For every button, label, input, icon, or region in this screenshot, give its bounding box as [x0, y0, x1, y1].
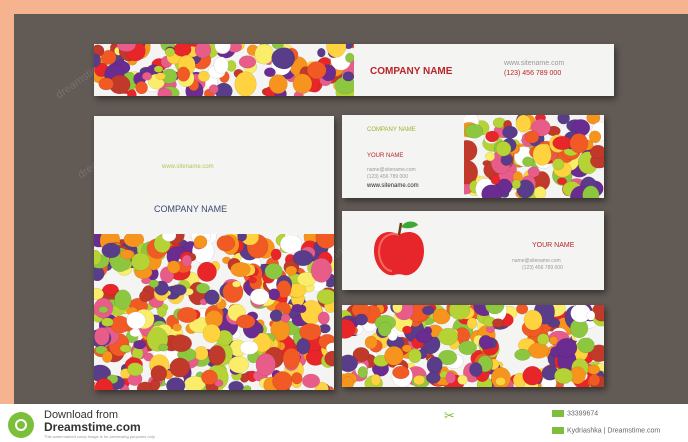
company-name: COMPANY NAME — [370, 66, 453, 77]
fruit-pattern — [94, 234, 334, 390]
brand-name: Dreamstime.com — [44, 420, 141, 434]
company-name: COMPANY NAME — [367, 127, 416, 133]
business-card-front: COMPANY NAME YOUR NAME name@sitename.com… — [342, 115, 604, 198]
letterhead-card: www.sitename.com COMPANY NAME — [94, 116, 334, 390]
fine-print: This watermarked comp image is for previ… — [44, 434, 156, 439]
credit: Kydriashka | Dreamstime.com — [552, 427, 660, 434]
site-url: www.sitename.com — [162, 164, 214, 170]
phone: (123) 456 789 000 — [522, 265, 563, 271]
fruit-pattern — [94, 44, 354, 96]
email: name@sitename.com — [367, 167, 416, 173]
image-id: 33399674 — [552, 410, 598, 417]
your-name: YOUR NAME — [532, 242, 575, 249]
banner-card: COMPANY NAME www.sitename.com (123) 456 … — [94, 44, 614, 96]
site-url: www.sitename.com — [367, 183, 419, 189]
your-name: YOUR NAME — [367, 153, 404, 159]
fruit-pattern — [464, 115, 604, 198]
site-url: www.sitename.com — [504, 60, 565, 67]
dreamstime-logo — [8, 412, 34, 438]
watermark-footer: Download from Dreamstime.com This waterm… — [0, 404, 688, 442]
apple-icon — [374, 221, 424, 276]
pattern-card — [342, 305, 604, 387]
phone: (123) 456 789 000 — [504, 70, 562, 77]
company-name: COMPANY NAME — [154, 204, 228, 214]
business-card-back: YOUR NAME name@sitename.com (123) 456 78… — [342, 211, 604, 290]
scissors-icon: ✂ — [444, 408, 455, 423]
image-frame: dreamstime dreamstime dreamstime dreamst… — [14, 14, 688, 404]
phone: (123) 456 789 000 — [367, 174, 408, 180]
email: name@sitename.com — [512, 258, 561, 264]
fruit-pattern — [342, 305, 604, 387]
